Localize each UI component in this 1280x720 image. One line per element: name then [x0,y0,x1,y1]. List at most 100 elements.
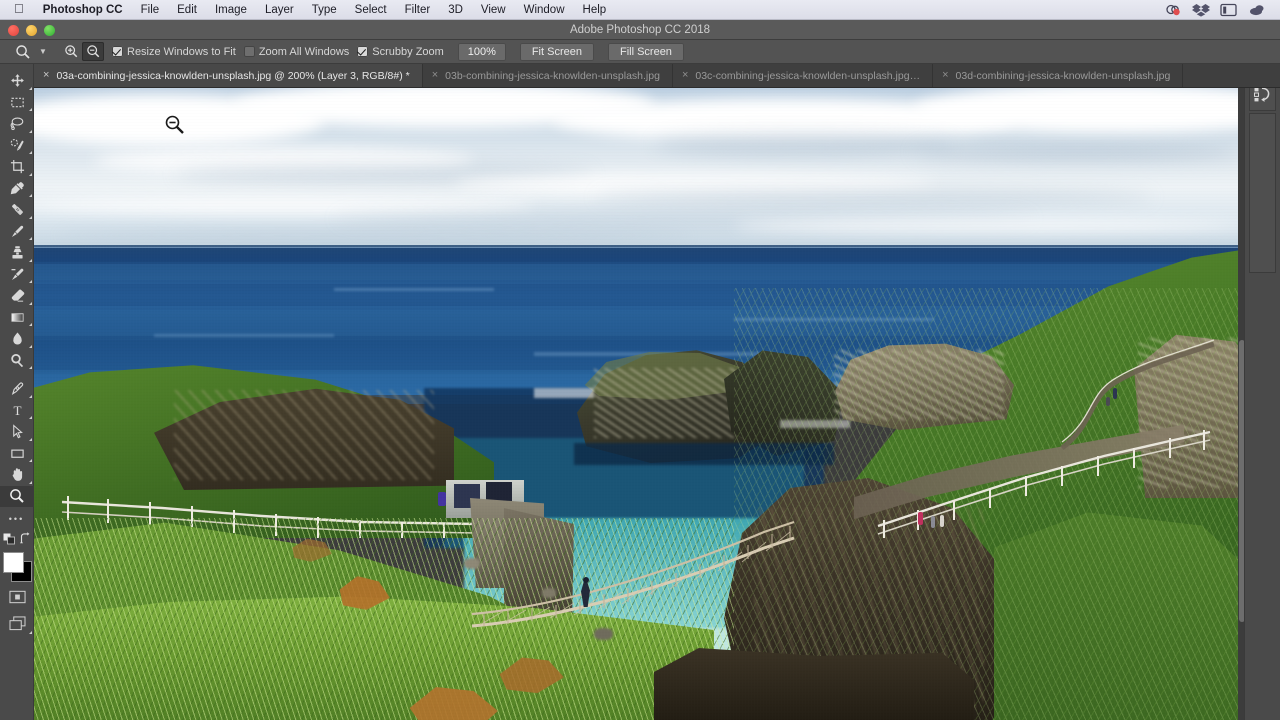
move-tool[interactable] [0,70,34,92]
fit-screen-button[interactable]: Fit Screen [519,42,594,61]
foreground-color-swatch[interactable] [4,553,23,572]
menu-item-file[interactable]: File [132,0,169,20]
default-and-swap-colors-row[interactable] [0,528,34,548]
cloud-shadow [54,230,694,241]
chevron-down-icon[interactable]: ▼ [36,41,50,63]
quick-selection-tool[interactable] [0,135,34,157]
lasso-tool[interactable] [0,113,34,135]
zoom-percentage-field[interactable]: 100% [457,42,506,61]
menu-item-image[interactable]: Image [206,0,256,20]
menu-app-name[interactable]: Photoshop CC [34,0,132,20]
eraser-tool[interactable] [0,285,34,307]
crop-tool[interactable] [0,156,34,178]
person-figure [1106,397,1110,406]
person-figure [1113,388,1117,399]
blur-tool[interactable] [0,328,34,350]
bottom-dark-cliff [654,648,974,720]
clone-stamp-tool[interactable] [0,242,34,264]
checkbox-box[interactable] [112,46,123,57]
scrubby-zoom-checkbox[interactable]: Scrubby Zoom [357,46,444,58]
menu-item-window[interactable]: Window [515,0,574,20]
cliff-texture [174,390,434,480]
panel-group-2[interactable] [1249,113,1276,273]
close-icon[interactable]: × [682,70,688,81]
menu-item-layer[interactable]: Layer [256,0,303,20]
fill-screen-button[interactable]: Fill Screen [607,42,684,61]
zoom-tool[interactable] [0,485,34,507]
sea-glint [154,334,334,337]
checkbox-box[interactable] [243,46,255,57]
camera-status-icon[interactable] [1164,3,1184,17]
screen-mode-icon[interactable] [0,610,34,636]
document-canvas-area[interactable] [34,88,1246,720]
zoom-all-windows-checkbox[interactable]: Zoom All Windows [243,45,350,58]
document-tab-bar: × 03a-combining-jessica-knowlden-unsplas… [34,64,1280,88]
menu-item-3d[interactable]: 3D [439,0,472,20]
close-icon[interactable]: × [432,70,438,81]
checkbox-box[interactable] [357,46,369,57]
person-figure [438,492,446,506]
menu-item-type[interactable]: Type [303,0,346,20]
document-tab-03d[interactable]: × 03d-combining-jessica-knowlden-unsplas… [933,64,1184,87]
tool-divider-2 [0,507,33,514]
document-tab-03c[interactable]: × 03c-combining-jessica-knowlden-unsplas… [672,64,934,87]
zoom-in-button[interactable] [60,42,82,61]
dropbox-icon[interactable] [1192,3,1212,17]
color-swatches[interactable] [0,550,34,584]
close-icon[interactable]: × [43,70,49,81]
cloud-shape [734,218,1238,233]
person-figure [940,515,944,527]
menu-item-select[interactable]: Select [346,0,396,20]
document-tab-label: 03a-combining-jessica-knowlden-unsplash.… [56,69,410,82]
quick-mask-mode-icon[interactable] [0,584,34,610]
resize-windows-to-fit-checkbox[interactable]: Resize Windows to Fit [112,46,236,58]
gradient-tool[interactable] [0,307,34,329]
zoom-all-windows-label: Zoom All Windows [258,45,350,58]
tool-divider [0,371,33,378]
person-head [583,577,589,583]
resize-windows-to-fit-label: Resize Windows to Fit [127,45,236,58]
horizontal-type-tool[interactable]: T [0,400,34,422]
menu-item-help[interactable]: Help [574,0,616,20]
rectangle-tool[interactable] [0,443,34,465]
cloud-shadow [914,144,1238,160]
macos-menu-bar:  Photoshop CC File Edit Image Layer Typ… [0,0,1280,20]
pen-tool[interactable] [0,378,34,400]
close-icon[interactable]: × [942,70,948,81]
tools-panel: T ••• [0,64,34,720]
cloud-shadow [594,190,1154,204]
history-brush-tool[interactable] [0,264,34,286]
horizon-line [34,245,1238,247]
window-title: Adobe Photoshop CC 2018 [569,24,711,36]
hand-tool[interactable] [0,464,34,486]
dodge-tool[interactable] [0,350,34,372]
spot-healing-brush-tool[interactable] [0,199,34,221]
path-selection-tool[interactable] [0,421,34,443]
sea-glint [334,288,494,291]
zoom-out-button[interactable] [82,42,104,61]
scrubby-zoom-label: Scrubby Zoom [372,45,444,58]
eyedropper-tool[interactable] [0,178,34,200]
menu-item-filter[interactable]: Filter [396,0,440,20]
rope-bridge [471,520,795,628]
more-tools-ellipsis-icon[interactable]: ••• [0,514,33,528]
cloud-sync-icon[interactable] [1248,3,1268,17]
apple-logo-icon[interactable]:  [8,0,34,20]
menu-item-view[interactable]: View [472,0,515,20]
cloud-shadow [654,134,954,154]
island-rock-texture [594,368,744,438]
zoom-out-cursor-icon [165,115,184,134]
document-tab-label: 03b-combining-jessica-knowlden-unsplash.… [445,69,660,82]
application-title-bar: Adobe Photoshop CC 2018 [0,20,1280,40]
zoom-tool-icon[interactable] [10,41,36,63]
right-panel-dock: « [1244,64,1280,720]
menu-item-edit[interactable]: Edit [168,0,206,20]
display-icon[interactable] [1220,3,1240,17]
tool-options-bar: ▼ Resize Windows to Fit Zoom All Windows… [0,40,1280,64]
document-tab-03b[interactable]: × 03b-combining-jessica-knowlden-unsplas… [422,64,673,87]
rectangular-marquee-tool[interactable] [0,92,34,114]
photoshop-image-canvas[interactable] [34,88,1238,720]
brush-tool[interactable] [0,221,34,243]
sea-band [34,264,1238,280]
document-tab-03a[interactable]: × 03a-combining-jessica-knowlden-unsplas… [34,64,423,87]
